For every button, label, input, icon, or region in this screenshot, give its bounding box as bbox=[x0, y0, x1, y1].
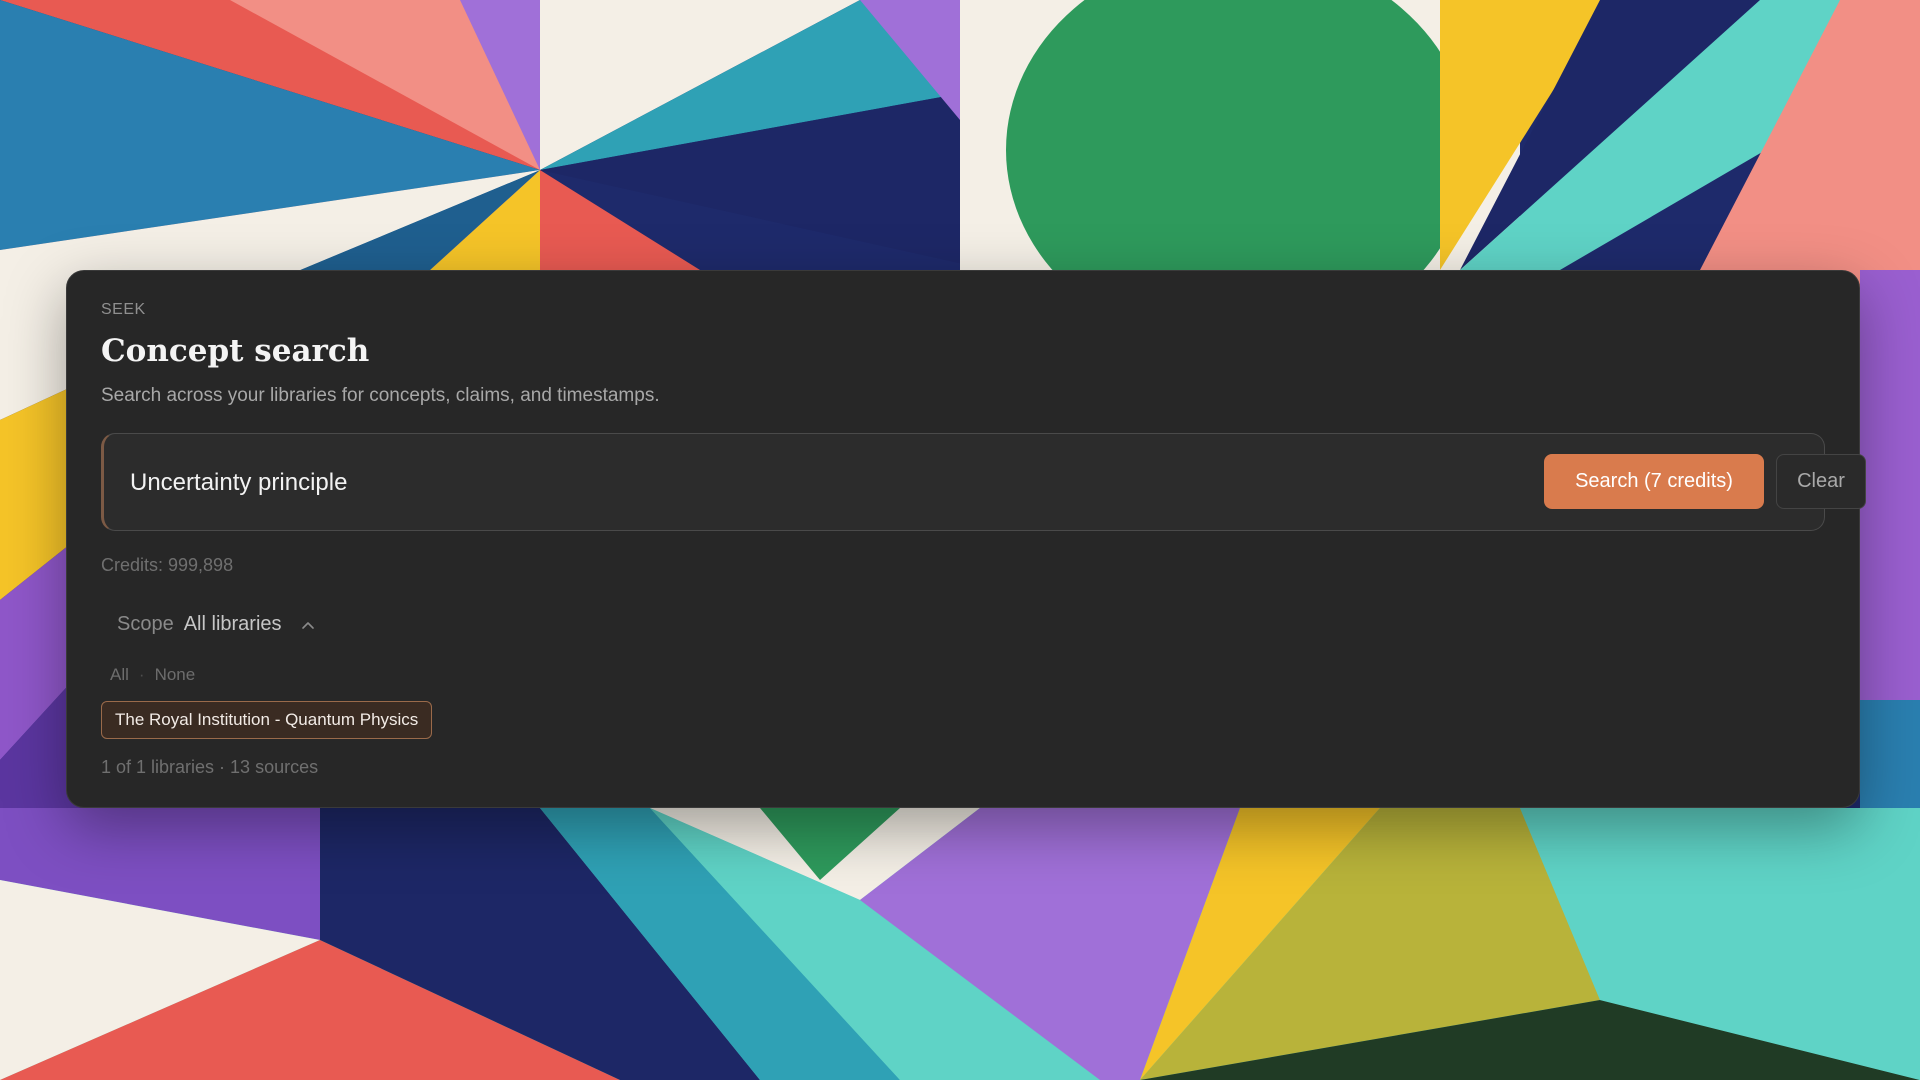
page-subtitle: Search across your libraries for concept… bbox=[101, 385, 660, 406]
separator-dot: · bbox=[138, 665, 145, 684]
search-bar: Search (7 credits) Clear bbox=[101, 433, 1866, 531]
scope-toggle[interactable]: Scope All libraries bbox=[117, 613, 316, 636]
page-title: Concept search bbox=[101, 333, 370, 369]
scope-select-controls: All · None bbox=[110, 665, 195, 685]
scope-value: All libraries bbox=[183, 613, 282, 635]
select-all-button[interactable]: All bbox=[110, 665, 129, 685]
scope-label: Scope bbox=[117, 613, 174, 635]
chevron-up-icon bbox=[301, 621, 314, 629]
select-none-button[interactable]: None bbox=[155, 665, 196, 685]
scope-summary: 1 of 1 libraries · 13 sources bbox=[101, 757, 319, 777]
clear-button[interactable]: Clear bbox=[1776, 454, 1866, 509]
credits-balance: Credits: 999,898 bbox=[101, 555, 234, 575]
concept-search-panel: SEEK Concept search Search across your l… bbox=[66, 270, 1866, 808]
search-button[interactable]: Search (7 credits) bbox=[1544, 454, 1764, 509]
library-chip[interactable]: The Royal Institution - Quantum Physics bbox=[101, 701, 433, 739]
search-input[interactable] bbox=[128, 458, 1232, 508]
section-eyebrow: SEEK bbox=[101, 301, 146, 318]
